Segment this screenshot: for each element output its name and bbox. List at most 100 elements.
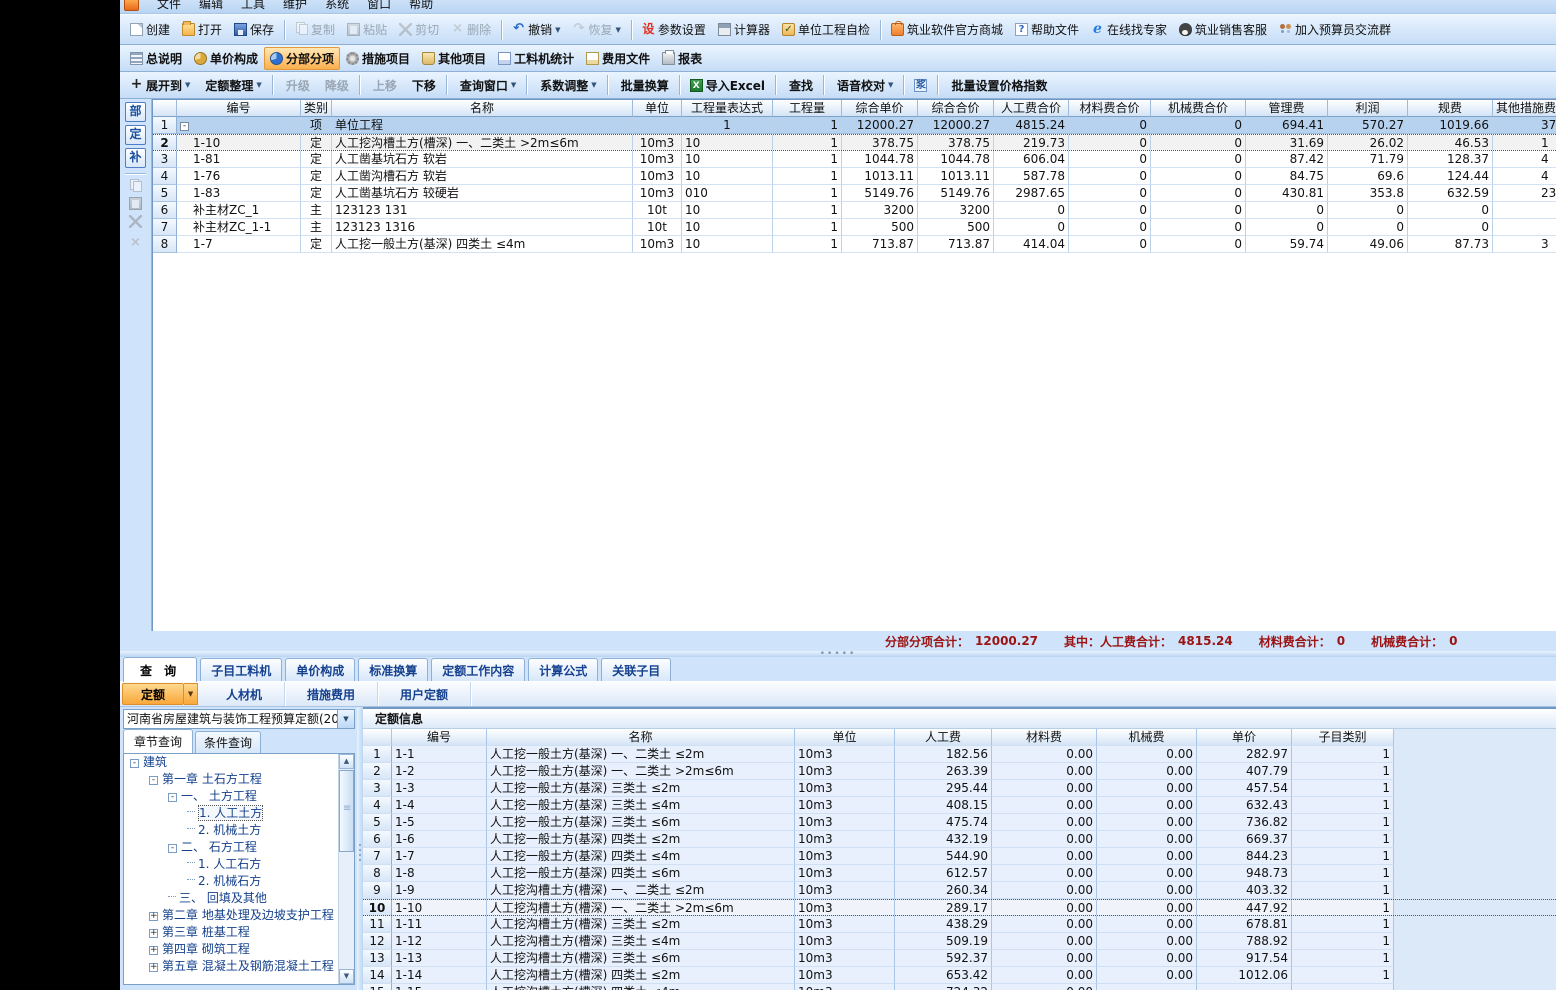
bottom-tab[interactable]: 查 询 [123, 657, 197, 682]
table-cell[interactable]: 1 [1292, 933, 1394, 950]
query-tab[interactable]: 条件查询 [195, 731, 261, 753]
table-cell[interactable]: 378.75 [842, 135, 918, 150]
table-cell[interactable]: 10 [682, 151, 773, 168]
bottom-tab[interactable]: 标准换算 [358, 658, 428, 681]
column-header[interactable]: 管理费 [1246, 100, 1328, 117]
table-cell[interactable]: 788.92 [1197, 933, 1292, 950]
expand-icon[interactable]: + [149, 963, 158, 972]
table-cell[interactable]: 1-7 [177, 236, 301, 253]
toolbar-button[interactable]: 打开 [176, 18, 228, 41]
table-cell[interactable]: 10m3 [795, 865, 895, 882]
toolbar-button[interactable]: ✓单位工程自检 [776, 18, 876, 41]
table-cell[interactable]: 10 [682, 135, 773, 150]
table-cell[interactable]: 1-6 [392, 831, 487, 848]
table-cell[interactable]: 1-7 [392, 848, 487, 865]
table-cell[interactable]: 447.92 [1197, 900, 1292, 915]
table-cell[interactable]: 500 [918, 219, 994, 236]
table-cell[interactable]: 人工挖一般土方(基深) 四类土 ≤2m [487, 831, 795, 848]
table-cell[interactable]: 10m3 [795, 848, 895, 865]
chevron-down-icon[interactable]: ▼ [591, 81, 596, 89]
row-number[interactable]: 2 [363, 763, 392, 780]
expand-icon[interactable]: + [149, 946, 158, 955]
table-cell[interactable]: 69.6 [1328, 168, 1408, 185]
column-header[interactable]: 其他措施费合计 [1493, 100, 1556, 117]
table-cell[interactable]: 12000.27 [842, 117, 918, 134]
table-cell[interactable]: 0.00 [1097, 916, 1197, 933]
table-cell[interactable]: 0 [1069, 219, 1151, 236]
tree-item[interactable]: -一、 土方工程 [124, 788, 354, 805]
table-cell[interactable]: 补主材ZC_1 [177, 202, 301, 219]
tree-item-label[interactable]: 一、 土方工程 [181, 789, 257, 803]
table-cell[interactable]: 128.37 [1408, 151, 1493, 168]
table-cell[interactable]: 10t [633, 219, 682, 236]
view-tab[interactable]: 分部分项 [264, 47, 340, 70]
table-cell[interactable]: 人工挖一般土方(基深) 三类土 ≤6m [487, 814, 795, 831]
column-header[interactable]: 材料费 [992, 729, 1097, 746]
table-cell[interactable]: 1-2 [392, 763, 487, 780]
library-tab[interactable]: 用户定额 [378, 682, 471, 706]
column-header[interactable]: 机械费合价 [1151, 100, 1246, 117]
table-cell[interactable]: 1 [1292, 814, 1394, 831]
view-tab[interactable]: 总说明 [124, 47, 188, 70]
table-cell[interactable]: 1-8 [392, 865, 487, 882]
collapse-icon[interactable]: - [130, 759, 139, 768]
table-cell[interactable]: 263.39 [895, 763, 992, 780]
table-cell[interactable]: 10m3 [795, 916, 895, 933]
tree-item[interactable]: +第二章 地基处理及边坡支护工程 [124, 907, 354, 924]
table-cell[interactable] [633, 117, 682, 134]
table-cell[interactable]: 010 [682, 185, 773, 202]
table-cell[interactable]: 509.19 [895, 933, 992, 950]
table-cell[interactable]: 10m3 [633, 185, 682, 202]
edit-toolbar-button[interactable]: 语音校对▼ [828, 74, 899, 97]
table-cell[interactable]: 项 [301, 117, 332, 134]
table-cell[interactable]: 2987.65 [994, 185, 1069, 202]
table-cell[interactable]: 10m3 [795, 797, 895, 814]
edit-toolbar-button[interactable]: X导入Excel [684, 74, 771, 97]
table-cell[interactable]: 1 [1292, 746, 1394, 763]
chevron-down-icon[interactable]: ▼ [184, 683, 198, 705]
bottom-tab[interactable]: 单价构成 [285, 658, 355, 681]
table-cell[interactable]: 26.02 [1328, 135, 1408, 150]
row-number[interactable]: 4 [153, 168, 177, 185]
tree-item[interactable]: 1. 人工土方 [124, 805, 354, 822]
table-cell[interactable]: 3200 [842, 202, 918, 219]
table-cell[interactable]: 632.43 [1197, 797, 1292, 814]
table-cell[interactable]: 948.73 [1197, 865, 1292, 882]
table-cell[interactable]: 0.00 [992, 967, 1097, 984]
table-cell[interactable]: 570.27 [1328, 117, 1408, 134]
table-cell[interactable] [1493, 202, 1556, 219]
table-cell[interactable]: 10m3 [795, 831, 895, 848]
table-cell[interactable]: 10m3 [795, 900, 895, 915]
column-header[interactable]: 名称 [332, 100, 633, 117]
table-cell[interactable]: 378.75 [918, 135, 994, 150]
table-cell[interactable]: 0.00 [1097, 746, 1197, 763]
table-cell[interactable]: 1044.78 [918, 151, 994, 168]
table-cell[interactable]: 587.78 [994, 168, 1069, 185]
table-cell[interactable]: 人工挖一般土方(基深) 四类土 ≤4m [487, 848, 795, 865]
table-cell[interactable]: 0 [1151, 219, 1246, 236]
table-cell[interactable]: 人工挖沟槽土方(槽深) 三类土 ≤2m [487, 916, 795, 933]
table-cell[interactable]: 23 [1493, 185, 1556, 202]
table-cell[interactable]: 430.81 [1246, 185, 1328, 202]
row-number[interactable]: 2 [153, 135, 177, 150]
row-number[interactable]: 4 [363, 797, 392, 814]
quota-row[interactable]: 121-12人工挖沟槽土方(槽深) 三类土 ≤4m10m3509.190.000… [363, 933, 1556, 950]
collapse-icon[interactable]: - [168, 844, 177, 853]
table-cell[interactable]: 0.00 [1097, 831, 1197, 848]
row-number[interactable]: 14 [363, 967, 392, 984]
table-cell[interactable]: 4 [1493, 168, 1556, 185]
tree-item-label[interactable]: 1. 人工石方 [198, 857, 261, 871]
edit-toolbar-button[interactable]: +展开到▼ [124, 74, 196, 97]
table-cell[interactable]: 1-83 [177, 185, 301, 202]
table-cell[interactable]: 1 [1292, 967, 1394, 984]
table-cell[interactable]: 0.00 [1097, 848, 1197, 865]
row-number[interactable]: 6 [363, 831, 392, 848]
tree-item-label[interactable]: 第四章 砌筑工程 [162, 942, 250, 956]
table-cell[interactable]: 1-10 [177, 135, 301, 150]
toolbar-button[interactable]: 剪切 [393, 18, 445, 41]
table-cell[interactable]: 10t [633, 202, 682, 219]
table-cell[interactable]: 0.00 [992, 882, 1097, 899]
row-number[interactable]: 7 [153, 219, 177, 236]
toolbar-button[interactable]: ↶撤销▼ [506, 18, 566, 41]
table-row[interactable]: 21-10定人工挖沟槽土方(槽深) 一、二类土 >2m≤6m10m3101378… [153, 134, 1556, 151]
